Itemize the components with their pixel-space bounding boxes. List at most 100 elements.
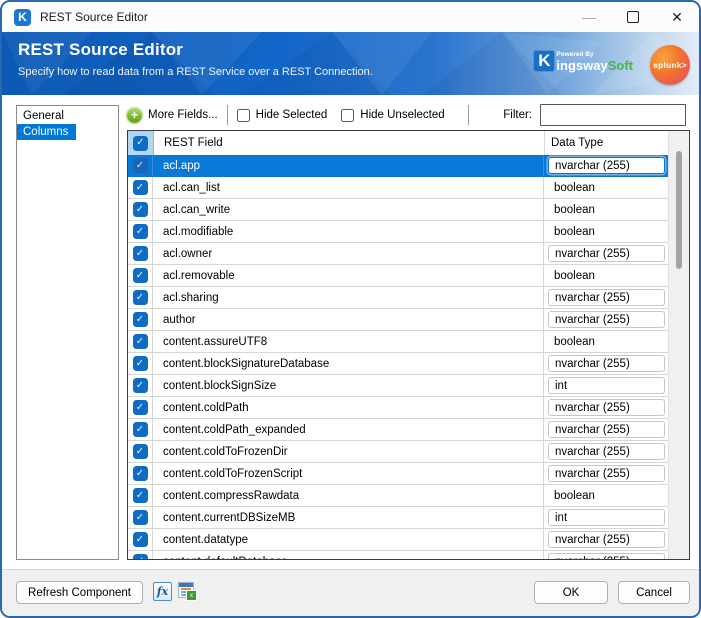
table-row[interactable]: ✓ content.coldPath_expanded nvarchar (25… <box>128 419 669 441</box>
row-checkbox-icon: ✓ <box>133 180 148 195</box>
row-checkbox-cell[interactable]: ✓ <box>128 397 153 418</box>
rest-field-cell[interactable]: acl.can_write <box>153 199 543 220</box>
filter-input[interactable] <box>540 104 686 126</box>
rest-field-cell[interactable]: content.defaultDatabase <box>153 551 543 559</box>
table-row[interactable]: ✓ content.coldToFrozenDir nvarchar (255) <box>128 441 669 463</box>
data-type-cell[interactable]: nvarchar (255) <box>543 441 669 462</box>
rest-field-cell[interactable]: acl.sharing <box>153 287 543 308</box>
row-checkbox-cell[interactable]: ✓ <box>128 331 153 352</box>
table-row[interactable]: ✓ content.coldToFrozenScript nvarchar (2… <box>128 463 669 485</box>
cancel-button[interactable]: Cancel <box>618 581 690 604</box>
row-checkbox-cell[interactable]: ✓ <box>128 485 153 506</box>
title-bar[interactable]: K REST Source Editor — ✕ <box>2 2 699 32</box>
data-type-cell[interactable]: nvarchar (255) <box>543 551 669 559</box>
data-type-value: nvarchar (255) <box>548 553 665 559</box>
row-checkbox-cell[interactable]: ✓ <box>128 243 153 264</box>
row-checkbox-cell[interactable]: ✓ <box>128 199 153 220</box>
refresh-component-button[interactable]: Refresh Component <box>16 581 143 604</box>
row-checkbox-cell[interactable]: ✓ <box>128 265 153 286</box>
row-checkbox-cell[interactable]: ✓ <box>128 375 153 396</box>
more-fields-button[interactable]: + More Fields... <box>127 108 218 123</box>
data-type-cell[interactable]: nvarchar (255) <box>543 243 669 264</box>
hide-selected-checkbox[interactable]: Hide Selected <box>237 109 328 122</box>
data-type-cell[interactable]: nvarchar (255) <box>543 309 669 330</box>
table-row[interactable]: ✓ content.datatype nvarchar (255) <box>128 529 669 551</box>
table-row[interactable]: ✓ acl.owner nvarchar (255) <box>128 243 669 265</box>
vertical-scrollbar[interactable] <box>668 131 689 559</box>
row-checkbox-cell[interactable]: ✓ <box>128 463 153 484</box>
rest-field-cell[interactable]: acl.app <box>153 155 543 176</box>
expression-fx-button[interactable]: fx <box>153 582 172 601</box>
data-type-cell[interactable]: nvarchar (255) <box>543 155 669 176</box>
row-checkbox-cell[interactable]: ✓ <box>128 419 153 440</box>
rest-field-cell[interactable]: content.coldToFrozenDir <box>153 441 543 462</box>
row-checkbox-cell[interactable]: ✓ <box>128 155 153 176</box>
rest-field-cell[interactable]: acl.can_list <box>153 177 543 198</box>
data-type-cell[interactable]: boolean <box>543 199 669 220</box>
sidebar-item-general[interactable]: General <box>17 108 118 124</box>
close-button[interactable]: ✕ <box>655 2 699 32</box>
rest-field-cell[interactable]: acl.owner <box>153 243 543 264</box>
table-row[interactable]: ✓ acl.can_list boolean <box>128 177 669 199</box>
ok-button[interactable]: OK <box>534 581 608 604</box>
rest-field-cell[interactable]: content.coldPath <box>153 397 543 418</box>
error-output-grid-button[interactable]: x <box>177 582 197 601</box>
table-row[interactable]: ✓ content.blockSignatureDatabase nvarcha… <box>128 353 669 375</box>
data-type-cell[interactable]: boolean <box>543 331 669 352</box>
table-row[interactable]: ✓ acl.sharing nvarchar (255) <box>128 287 669 309</box>
column-header-rest-field[interactable]: REST Field <box>154 131 544 155</box>
data-type-cell[interactable]: boolean <box>543 265 669 286</box>
rest-field-cell[interactable]: content.assureUTF8 <box>153 331 543 352</box>
row-checkbox-cell[interactable]: ✓ <box>128 507 153 528</box>
row-checkbox-cell[interactable]: ✓ <box>128 529 153 550</box>
rest-field-cell[interactable]: content.blockSignatureDatabase <box>153 353 543 374</box>
scrollbar-thumb[interactable] <box>676 151 682 269</box>
grid-body: ✓ acl.app nvarchar (255) ✓ acl.can_list … <box>128 155 669 559</box>
column-header-data-type[interactable]: Data Type <box>544 131 669 155</box>
data-type-cell[interactable]: nvarchar (255) <box>543 419 669 440</box>
table-row[interactable]: ✓ content.coldPath nvarchar (255) <box>128 397 669 419</box>
data-type-cell[interactable]: nvarchar (255) <box>543 463 669 484</box>
table-row[interactable]: ✓ acl.can_write boolean <box>128 199 669 221</box>
data-type-cell[interactable]: nvarchar (255) <box>543 287 669 308</box>
data-type-cell[interactable]: boolean <box>543 221 669 242</box>
data-type-cell[interactable]: nvarchar (255) <box>543 353 669 374</box>
data-type-cell[interactable]: boolean <box>543 485 669 506</box>
data-type-cell[interactable]: nvarchar (255) <box>543 529 669 550</box>
rest-field-cell[interactable]: content.coldToFrozenScript <box>153 463 543 484</box>
rest-field-cell[interactable]: content.currentDBSizeMB <box>153 507 543 528</box>
table-row[interactable]: ✓ content.blockSignSize int <box>128 375 669 397</box>
table-row[interactable]: ✓ content.compressRawdata boolean <box>128 485 669 507</box>
rest-field-cell[interactable]: content.coldPath_expanded <box>153 419 543 440</box>
rest-field-cell[interactable]: acl.removable <box>153 265 543 286</box>
data-type-cell[interactable]: int <box>543 507 669 528</box>
row-checkbox-cell[interactable]: ✓ <box>128 309 153 330</box>
rest-field-cell[interactable]: content.blockSignSize <box>153 375 543 396</box>
row-checkbox-cell[interactable]: ✓ <box>128 177 153 198</box>
table-row[interactable]: ✓ content.currentDBSizeMB int <box>128 507 669 529</box>
row-checkbox-cell[interactable]: ✓ <box>128 441 153 462</box>
row-checkbox-cell[interactable]: ✓ <box>128 353 153 374</box>
maximize-button[interactable] <box>611 2 655 32</box>
data-type-cell[interactable]: nvarchar (255) <box>543 397 669 418</box>
data-type-cell[interactable]: boolean <box>543 177 669 198</box>
sidebar-item-columns[interactable]: Columns <box>17 124 76 140</box>
data-type-cell[interactable]: int <box>543 375 669 396</box>
hide-unselected-checkbox[interactable]: Hide Unselected <box>341 109 444 122</box>
minimize-button[interactable]: — <box>567 2 611 32</box>
rest-field-cell[interactable]: acl.modifiable <box>153 221 543 242</box>
row-checkbox-cell[interactable]: ✓ <box>128 551 153 559</box>
rest-field-cell[interactable]: content.compressRawdata <box>153 485 543 506</box>
rest-field-cell[interactable]: content.datatype <box>153 529 543 550</box>
table-row[interactable]: ✓ acl.modifiable boolean <box>128 221 669 243</box>
table-row[interactable]: ✓ acl.app nvarchar (255) <box>128 155 669 177</box>
toolbar-separator <box>468 105 469 125</box>
table-row[interactable]: ✓ author nvarchar (255) <box>128 309 669 331</box>
row-checkbox-cell[interactable]: ✓ <box>128 287 153 308</box>
table-row[interactable]: ✓ acl.removable boolean <box>128 265 669 287</box>
rest-field-cell[interactable]: author <box>153 309 543 330</box>
row-checkbox-cell[interactable]: ✓ <box>128 221 153 242</box>
table-row[interactable]: ✓ content.defaultDatabase nvarchar (255) <box>128 551 669 559</box>
table-row[interactable]: ✓ content.assureUTF8 boolean <box>128 331 669 353</box>
select-all-cell[interactable]: ✓ <box>128 131 154 155</box>
